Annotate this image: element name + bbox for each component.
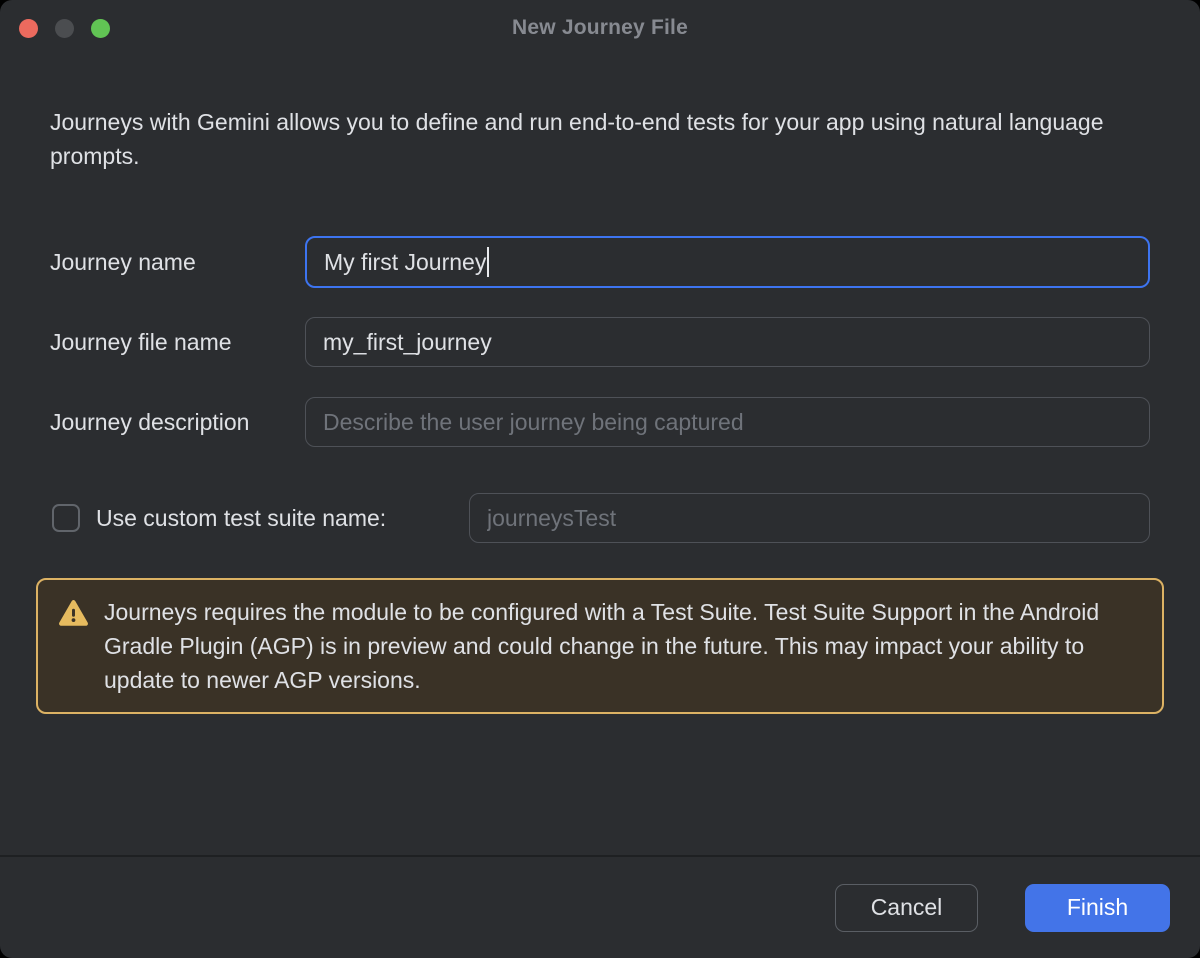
dialog-content: Journeys with Gemini allows you to defin… xyxy=(0,105,1200,714)
dialog-description: Journeys with Gemini allows you to defin… xyxy=(50,105,1135,173)
custom-test-suite-label: Use custom test suite name: xyxy=(96,505,386,532)
journey-description-label: Journey description xyxy=(50,409,305,436)
journey-name-row: Journey name My first Journey xyxy=(50,236,1150,288)
warning-triangle-icon xyxy=(58,598,89,629)
warning-text: Journeys requires the module to be confi… xyxy=(104,595,1142,697)
journey-description-input[interactable] xyxy=(305,397,1150,447)
journey-file-name-input[interactable] xyxy=(305,317,1150,367)
new-journey-file-dialog: New Journey File Journeys with Gemini al… xyxy=(0,0,1200,958)
title-bar[interactable]: New Journey File xyxy=(0,0,1200,56)
journey-name-label: Journey name xyxy=(50,249,305,276)
finish-button[interactable]: Finish xyxy=(1025,884,1170,932)
custom-test-suite-row: Use custom test suite name: xyxy=(50,493,1150,543)
custom-test-suite-checkbox[interactable] xyxy=(52,504,80,532)
traffic-lights xyxy=(19,0,110,56)
minimize-button[interactable] xyxy=(55,19,74,38)
button-bar: Cancel Finish xyxy=(0,857,1200,958)
journey-name-input[interactable]: My first Journey xyxy=(305,236,1150,288)
zoom-button[interactable] xyxy=(91,19,110,38)
journey-name-value: My first Journey xyxy=(324,249,486,276)
window-title: New Journey File xyxy=(512,16,688,40)
cancel-button[interactable]: Cancel xyxy=(835,884,978,932)
warning-banner: Journeys requires the module to be confi… xyxy=(36,578,1164,714)
journey-description-row: Journey description xyxy=(50,397,1150,447)
text-caret xyxy=(487,247,489,277)
close-button[interactable] xyxy=(19,19,38,38)
custom-test-suite-input[interactable] xyxy=(469,493,1150,543)
journey-file-name-label: Journey file name xyxy=(50,329,305,356)
journey-file-name-row: Journey file name xyxy=(50,317,1150,367)
